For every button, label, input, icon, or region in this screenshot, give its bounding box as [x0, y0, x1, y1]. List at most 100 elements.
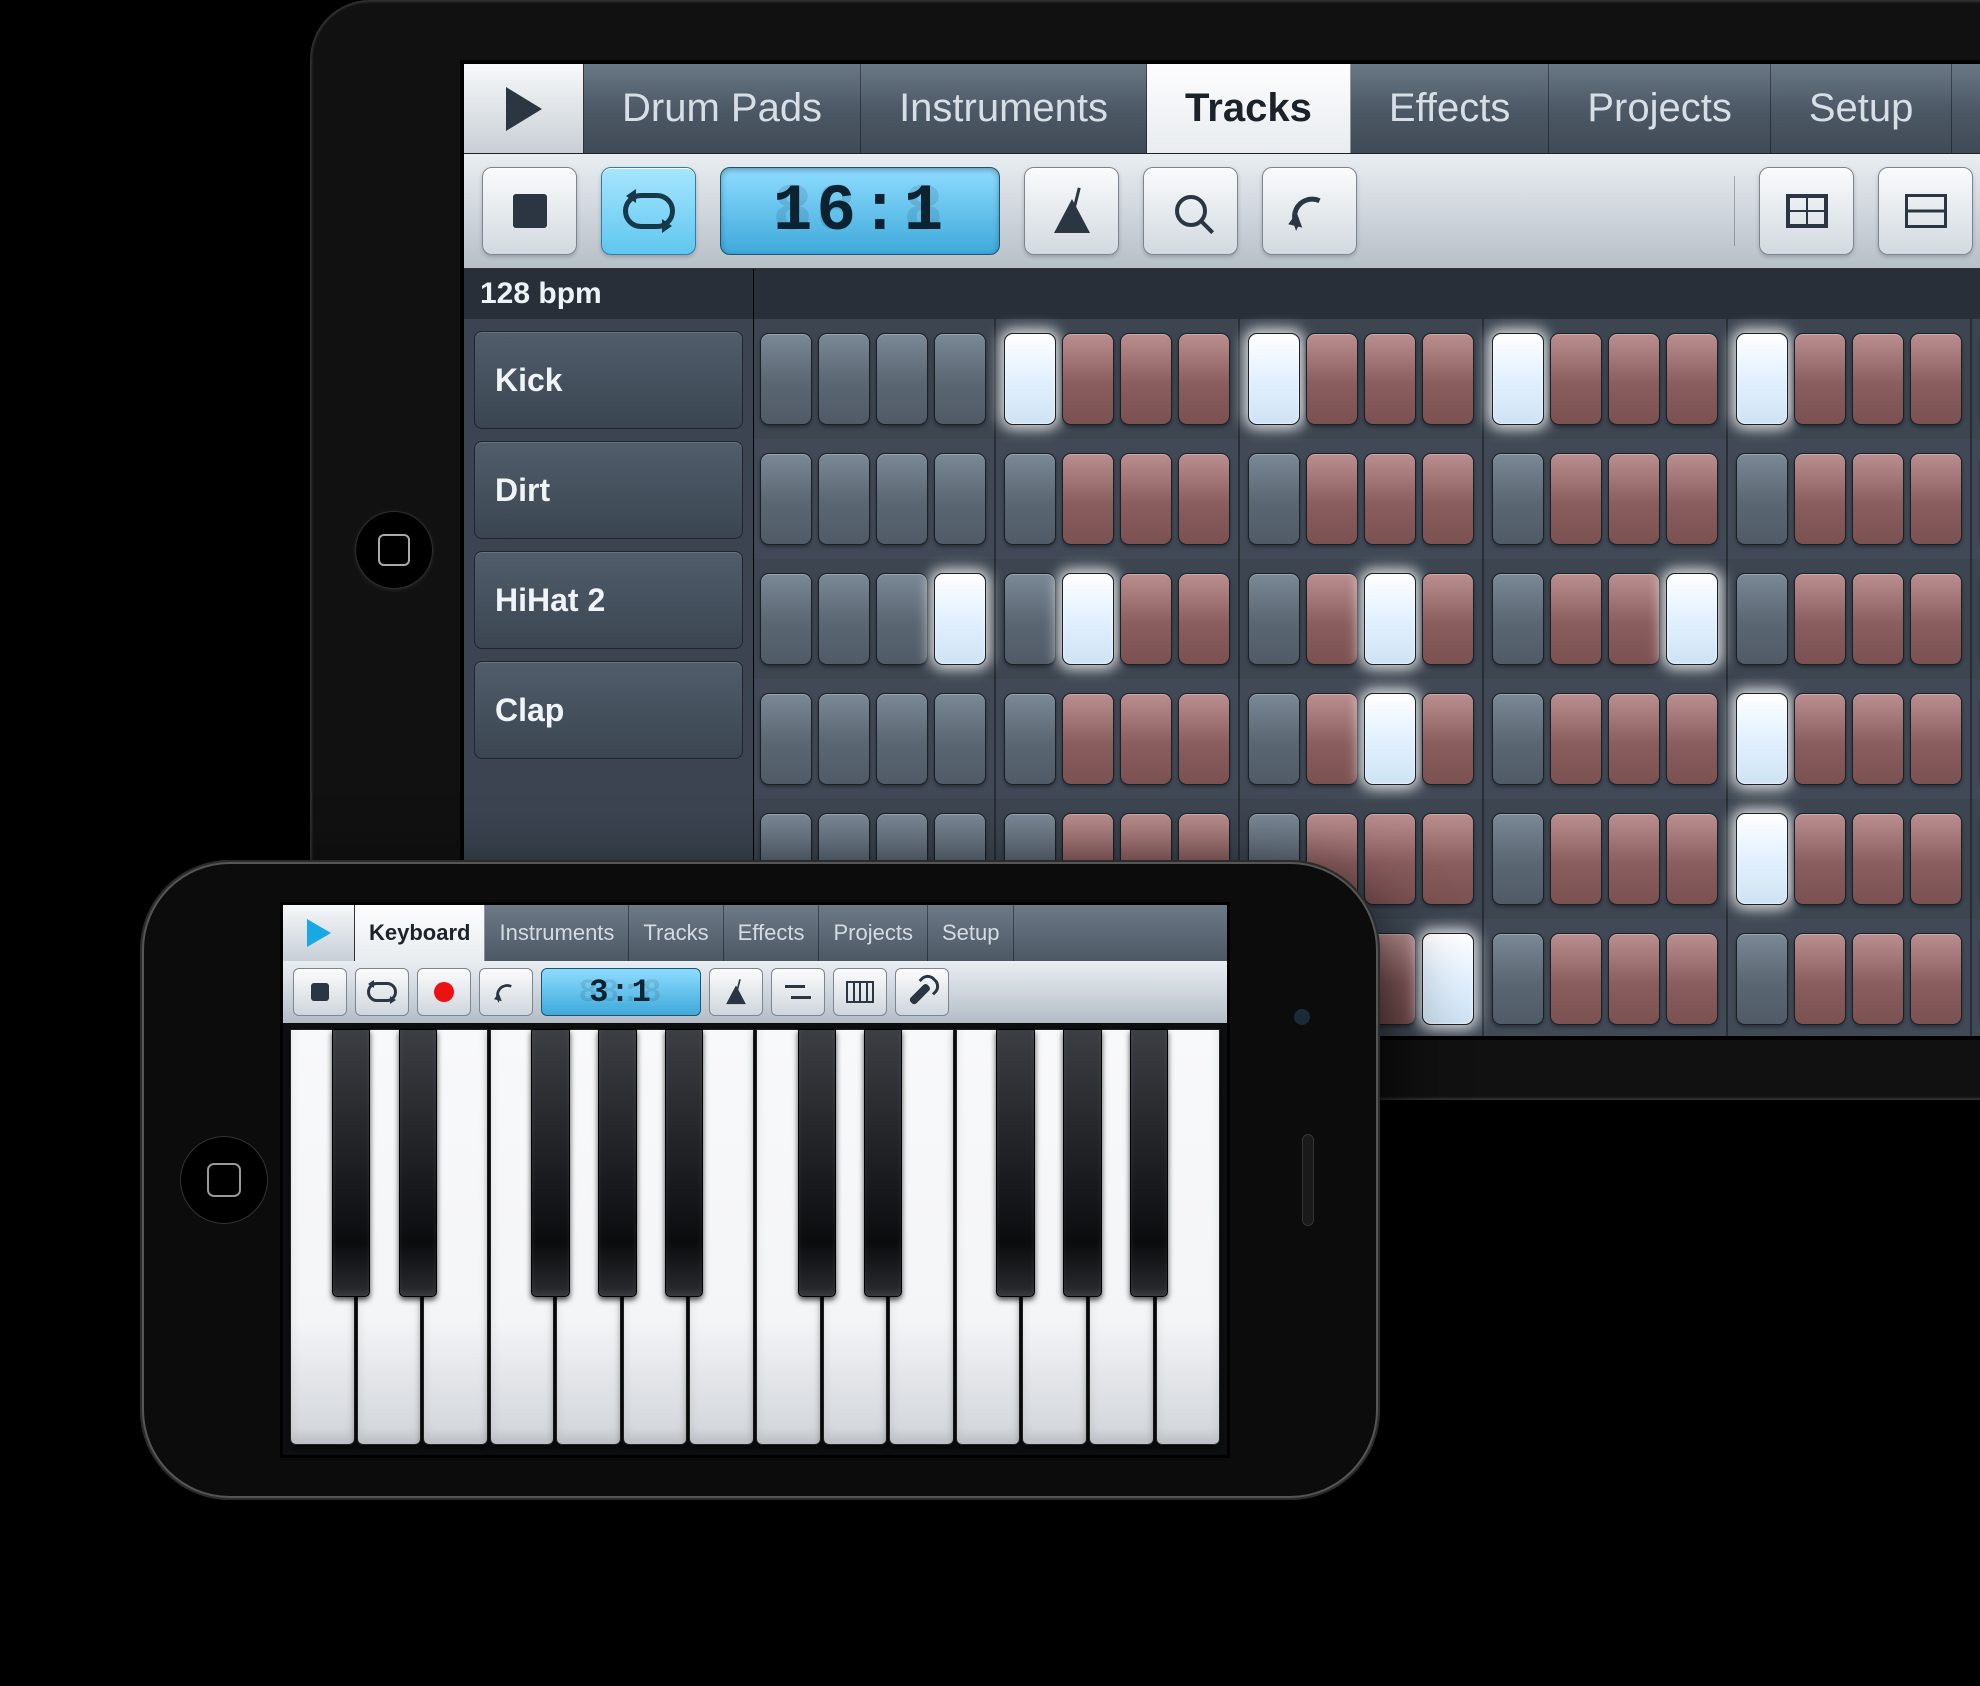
step-cell[interactable] — [1608, 813, 1660, 905]
tab-effects[interactable]: Effects — [1351, 64, 1550, 153]
step-cell[interactable] — [1120, 333, 1172, 425]
step-cell[interactable] — [1852, 693, 1904, 785]
step-cell[interactable] — [818, 573, 870, 665]
iphone-play-button[interactable] — [283, 905, 355, 961]
track-label[interactable]: Clap — [474, 661, 743, 759]
step-cell[interactable] — [1004, 333, 1056, 425]
step-cell[interactable] — [1550, 813, 1602, 905]
step-cell[interactable] — [934, 333, 986, 425]
step-cell[interactable] — [1178, 693, 1230, 785]
step-cell[interactable] — [1736, 813, 1788, 905]
step-cell[interactable] — [1364, 813, 1416, 905]
track-label[interactable]: HiHat 2 — [474, 551, 743, 649]
tab-tracks[interactable]: Tracks — [1147, 64, 1351, 153]
step-cell[interactable] — [876, 333, 928, 425]
step-cell[interactable] — [1794, 573, 1846, 665]
iphone-tab-setup[interactable]: Setup — [928, 905, 1015, 961]
step-cell[interactable] — [1794, 933, 1846, 1025]
step-cell[interactable] — [1550, 453, 1602, 545]
step-cell[interactable] — [1910, 693, 1962, 785]
step-cell[interactable] — [1120, 573, 1172, 665]
step-cell[interactable] — [760, 573, 812, 665]
step-cell[interactable] — [1794, 693, 1846, 785]
step-cell[interactable] — [760, 333, 812, 425]
black-key[interactable] — [332, 1029, 370, 1297]
step-cell[interactable] — [1248, 693, 1300, 785]
step-cell[interactable] — [1306, 573, 1358, 665]
step-cell[interactable] — [1910, 573, 1962, 665]
step-cell[interactable] — [1736, 453, 1788, 545]
step-cell[interactable] — [1666, 573, 1718, 665]
step-cell[interactable] — [1608, 333, 1660, 425]
iphone-tab-effects[interactable]: Effects — [724, 905, 820, 961]
iphone-stop-button[interactable] — [293, 968, 347, 1016]
step-cell[interactable] — [818, 693, 870, 785]
step-cell[interactable] — [1492, 573, 1544, 665]
step-cell[interactable] — [1608, 453, 1660, 545]
step-cell[interactable] — [1306, 333, 1358, 425]
step-cell[interactable] — [1306, 693, 1358, 785]
view-grid-b-button[interactable] — [1878, 167, 1973, 255]
step-cell[interactable] — [1120, 453, 1172, 545]
tab-projects[interactable]: Projects — [1549, 64, 1771, 153]
bpm-display[interactable]: 128 bpm — [464, 269, 753, 319]
step-cell[interactable] — [1852, 453, 1904, 545]
step-cell[interactable] — [1736, 573, 1788, 665]
step-cell[interactable] — [1422, 813, 1474, 905]
iphone-metronome-button[interactable] — [709, 968, 763, 1016]
step-cell[interactable] — [1550, 693, 1602, 785]
step-cell[interactable] — [1794, 453, 1846, 545]
iphone-home-button[interactable] — [180, 1136, 268, 1224]
step-cell[interactable] — [1062, 453, 1114, 545]
iphone-tab-instruments[interactable]: Instruments — [485, 905, 629, 961]
step-cell[interactable] — [1910, 933, 1962, 1025]
step-cell[interactable] — [1666, 933, 1718, 1025]
step-cell[interactable] — [1422, 333, 1474, 425]
step-cell[interactable] — [1550, 933, 1602, 1025]
black-key[interactable] — [864, 1029, 902, 1297]
iphone-piano-view-button[interactable] — [833, 968, 887, 1016]
step-cell[interactable] — [1422, 573, 1474, 665]
step-cell[interactable] — [1062, 573, 1114, 665]
black-key[interactable] — [1130, 1029, 1168, 1297]
step-cell[interactable] — [1364, 333, 1416, 425]
view-grid-a-button[interactable] — [1759, 167, 1854, 255]
step-cell[interactable] — [1666, 333, 1718, 425]
step-cell[interactable] — [1666, 453, 1718, 545]
iphone-tab-tracks[interactable]: Tracks — [629, 905, 723, 961]
black-key[interactable] — [665, 1029, 703, 1297]
step-cell[interactable] — [876, 573, 928, 665]
ipad-home-button[interactable] — [355, 511, 433, 589]
step-cell[interactable] — [1492, 333, 1544, 425]
zoom-button[interactable] — [1143, 167, 1238, 255]
step-cell[interactable] — [1492, 933, 1544, 1025]
step-cell[interactable] — [1248, 573, 1300, 665]
step-cell[interactable] — [1248, 453, 1300, 545]
step-cell[interactable] — [1666, 813, 1718, 905]
track-label[interactable]: Kick — [474, 331, 743, 429]
step-cell[interactable] — [1492, 693, 1544, 785]
step-cell[interactable] — [1004, 693, 1056, 785]
step-cell[interactable] — [1550, 573, 1602, 665]
step-cell[interactable] — [1736, 333, 1788, 425]
play-button[interactable] — [464, 64, 584, 153]
black-key[interactable] — [1063, 1029, 1101, 1297]
iphone-undo-button[interactable] — [479, 968, 533, 1016]
step-cell[interactable] — [818, 453, 870, 545]
step-cell[interactable] — [1666, 693, 1718, 785]
step-cell[interactable] — [1852, 813, 1904, 905]
step-cell[interactable] — [760, 693, 812, 785]
step-cell[interactable] — [1178, 573, 1230, 665]
step-cell[interactable] — [876, 453, 928, 545]
step-cell[interactable] — [1492, 813, 1544, 905]
tab-drum-pads[interactable]: Drum Pads — [584, 64, 861, 153]
step-cell[interactable] — [1910, 333, 1962, 425]
iphone-tools-button[interactable] — [895, 968, 949, 1016]
step-cell[interactable] — [1608, 933, 1660, 1025]
step-cell[interactable] — [1248, 333, 1300, 425]
iphone-loop-button[interactable] — [355, 968, 409, 1016]
step-cell[interactable] — [1608, 573, 1660, 665]
step-cell[interactable] — [1794, 333, 1846, 425]
step-cell[interactable] — [1120, 693, 1172, 785]
step-cell[interactable] — [1178, 333, 1230, 425]
